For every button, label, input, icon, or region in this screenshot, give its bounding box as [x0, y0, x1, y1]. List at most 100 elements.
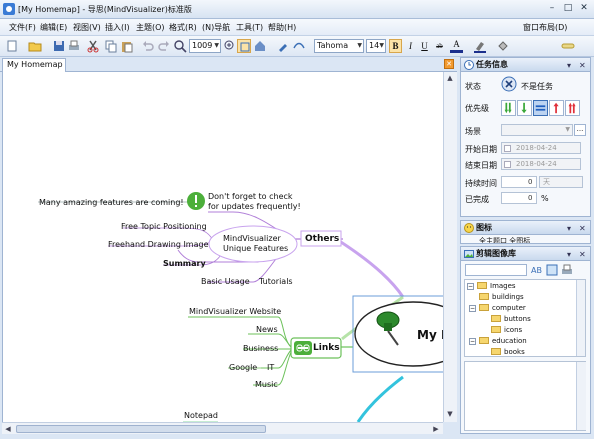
duration-spinner[interactable]: 0 [501, 176, 537, 188]
menu-window-layout[interactable]: 窗口布局(D) [523, 22, 567, 33]
topic-notepad[interactable]: Notepad [184, 411, 218, 421]
scene-browse-button[interactable]: ... [574, 124, 586, 136]
panel-dropdown-icon[interactable]: ▾ [567, 248, 571, 261]
tab-my-homemap[interactable]: My Homemap [2, 58, 66, 72]
print-icon[interactable] [67, 39, 81, 53]
panel-close-icon[interactable]: ✕ [579, 248, 586, 261]
topic-central[interactable]: My H [417, 328, 443, 342]
close-button[interactable]: ✕ [577, 2, 591, 15]
end-date-checkbox[interactable] [504, 161, 511, 168]
collapse-icon[interactable]: − [469, 305, 476, 312]
topic-tutorials[interactable]: Tutorials [259, 277, 293, 287]
fill-icon[interactable] [496, 39, 510, 53]
highlight-icon[interactable] [473, 39, 487, 53]
priority-normal-button[interactable] [533, 100, 548, 116]
minimize-button[interactable]: – [545, 2, 559, 15]
menu-topic[interactable]: 主题(O) [136, 22, 165, 33]
undo-icon[interactable] [141, 39, 155, 53]
redo-icon[interactable] [157, 39, 171, 53]
menu-insert[interactable]: 插入(I) [105, 22, 130, 33]
topic-free-topic[interactable]: Free Topic Positioning [121, 222, 207, 232]
panel-close-icon[interactable]: ✕ [579, 59, 586, 72]
topic-unique-line2[interactable]: Unique Features [223, 244, 288, 254]
italic-button[interactable]: I [404, 39, 417, 53]
topic-website[interactable]: MindVisualizer Website [189, 307, 281, 317]
zoom-combo[interactable]: 1009 ▼ [189, 39, 221, 53]
not-task-icon[interactable] [501, 76, 517, 92]
print-image-icon[interactable] [560, 263, 574, 277]
topic-it[interactable]: IT [267, 363, 274, 373]
zoom-icon[interactable] [173, 39, 187, 53]
priority-lowest-button[interactable] [501, 100, 516, 116]
topic-dont-forget-line1[interactable]: Don't forget to check [208, 192, 293, 202]
search-clipart-icon[interactable]: AB [530, 263, 544, 277]
topic-music[interactable]: Music [255, 380, 278, 390]
priority-high-button[interactable] [549, 100, 564, 116]
menu-tools[interactable]: 工具(T) [236, 22, 263, 33]
panel-dropdown-icon[interactable]: ▾ [567, 222, 571, 235]
start-date-checkbox[interactable] [504, 145, 511, 152]
topic-news[interactable]: News [256, 325, 278, 335]
priority-low-button[interactable] [517, 100, 532, 116]
underline-button[interactable]: U [418, 39, 431, 53]
font-family-combo[interactable]: Tahoma ▼ [314, 39, 364, 53]
preview-scrollbar[interactable] [576, 362, 586, 430]
font-color-button[interactable]: A [450, 39, 463, 53]
topic-many-features[interactable]: Many amazing features are coming! [39, 198, 184, 208]
open-folder-icon[interactable] [28, 39, 42, 53]
layout-toggle-icon[interactable] [561, 39, 575, 53]
topic-links[interactable]: Links [313, 343, 340, 353]
topic-freehand[interactable]: Freehand Drawing Image [108, 240, 209, 250]
cut-icon[interactable] [86, 39, 100, 53]
tree-scrollbar[interactable] [576, 280, 585, 356]
menu-file[interactable]: 文件(F) [9, 22, 36, 33]
panel-dropdown-icon[interactable]: ▾ [567, 59, 571, 72]
tree-item[interactable]: − Images [467, 282, 516, 291]
collapse-icon[interactable]: − [469, 338, 476, 345]
copy-icon[interactable] [104, 39, 118, 53]
tree-item[interactable]: − computer [469, 304, 526, 313]
topic-business[interactable]: Business [243, 344, 278, 354]
font-size-combo[interactable]: 14 ▼ [366, 39, 386, 53]
maximize-button[interactable]: □ [561, 2, 575, 15]
home-view-icon[interactable] [253, 39, 267, 53]
panel-close-icon[interactable]: ✕ [579, 222, 586, 235]
tree-item[interactable]: buttons [491, 315, 531, 324]
duration-unit-select[interactable]: 天 [539, 176, 583, 188]
horizontal-scrollbar[interactable]: ◀ ▶ [2, 422, 443, 434]
menu-format[interactable]: 格式(R) [169, 22, 197, 33]
save-icon[interactable] [52, 39, 66, 53]
done-spinner[interactable]: 0 [501, 192, 537, 204]
topic-basic-usage[interactable]: Basic Usage [201, 277, 250, 287]
scroll-down-icon[interactable]: ▼ [444, 408, 456, 420]
tree-item[interactable]: icons [491, 326, 522, 335]
clipart-tree[interactable]: − Images buildings − computer buttons icon… [464, 279, 586, 357]
close-tab-icon[interactable]: ✕ [444, 59, 454, 69]
menu-help[interactable]: 帮助(H) [268, 22, 296, 33]
strikethrough-button[interactable]: ab [433, 39, 446, 53]
tree-item[interactable]: − education [469, 337, 527, 346]
scroll-up-icon[interactable]: ▲ [444, 72, 456, 84]
bold-button[interactable]: B [389, 39, 402, 53]
end-date-field[interactable]: 2018-04-24 [501, 158, 581, 170]
topic-dont-forget-line2[interactable]: for updates frequently! [208, 202, 301, 212]
tree-item[interactable]: buildings [479, 293, 524, 302]
start-date-field[interactable]: 2018-04-24 [501, 142, 581, 154]
clipart-search-input[interactable] [465, 264, 527, 276]
topic-others[interactable]: Others [305, 234, 339, 244]
vertical-scrollbar[interactable]: ▲ ▼ [443, 72, 457, 422]
fit-view-icon[interactable] [237, 39, 251, 53]
clipart-preview[interactable] [464, 361, 586, 431]
menu-edit[interactable]: 编辑(E) [40, 22, 67, 33]
topic-google[interactable]: Google [229, 363, 257, 373]
link-icon[interactable] [292, 39, 306, 53]
mindmap-canvas[interactable]: Many amazing features are coming! Don't … [2, 72, 443, 422]
tree-item[interactable]: books [491, 348, 525, 356]
menu-view[interactable]: 视图(V) [73, 22, 101, 33]
horizontal-scroll-thumb[interactable] [16, 425, 266, 433]
scene-select[interactable]: ▼ [501, 124, 573, 136]
collapse-icon[interactable]: − [467, 283, 474, 290]
menu-navigate[interactable]: (N)导航 [202, 22, 230, 33]
zoom-in-icon[interactable] [223, 39, 237, 53]
topic-summary[interactable]: Summary [163, 259, 206, 269]
